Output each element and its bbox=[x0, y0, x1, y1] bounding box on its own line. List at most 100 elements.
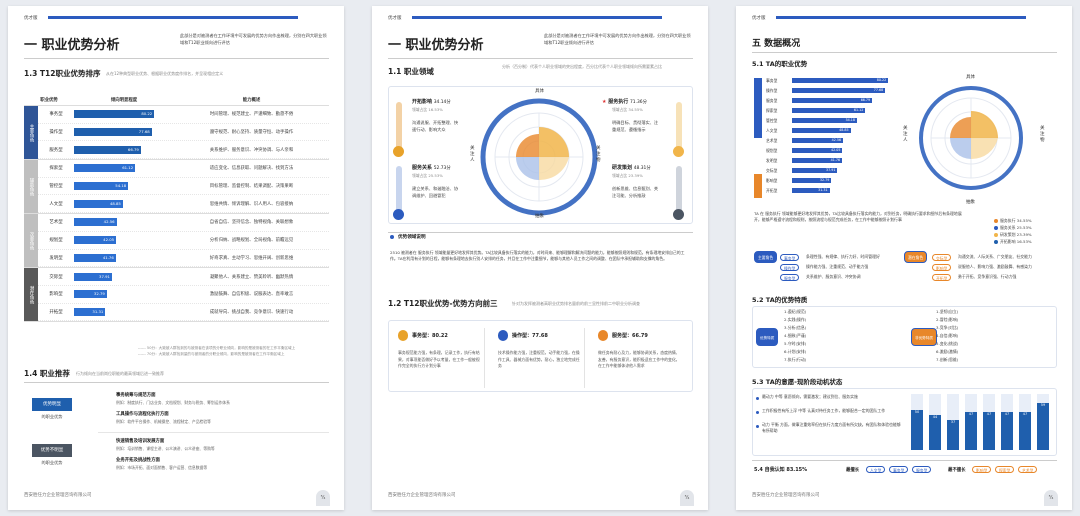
trait-item: 5.变化(挑战) bbox=[936, 341, 959, 346]
bullet-icon bbox=[756, 411, 759, 414]
page-number: ⁵⁄₄ bbox=[316, 490, 330, 506]
bar-cell: 77.68 bbox=[74, 128, 174, 137]
bar-label: 管控型 bbox=[766, 118, 778, 123]
section2-subtitle: 针对为发挥被测者高职业优势排名量前的前三显性排前二中职业分析调查 bbox=[512, 301, 640, 306]
value-bar: 42.56 bbox=[74, 218, 117, 227]
bar: 54.18 bbox=[792, 118, 858, 124]
role-pill: 交际型 bbox=[932, 254, 952, 261]
report-page-2: 优才版 一 职业优势分析 此部分是对被测者在工作环境中可发展的优势方向作出梳理，… bbox=[372, 6, 708, 510]
trait-item: 2.实践(操作) bbox=[784, 317, 807, 322]
stat-yanfa: 研发策划 48.31分 bbox=[612, 165, 651, 171]
advantage-name: 发明型 bbox=[49, 255, 63, 261]
role-pill: 影响型 bbox=[932, 264, 952, 271]
header-bar bbox=[48, 16, 298, 19]
role-group: 主要角色 事务型 80.22 时间管理、规范建立、严谨细致、勤恳不倦 操作型 77.68 遵… bbox=[24, 106, 329, 161]
ability-summary: 思维共情、倾诉理解、识人用人、包容接纳 bbox=[209, 201, 294, 207]
advantage-name: 规划型 bbox=[49, 238, 63, 244]
table-row: 影响型 32.79 激励鼓舞、自信积极、说服表达、直率敢言 bbox=[38, 286, 329, 304]
value-bar: 41.76 bbox=[74, 253, 116, 262]
bar-cell: 42.05 bbox=[74, 236, 174, 245]
section-subtitle: 从在12种典型职业优势、根据职业优势度作排名，并呈现相应定义 bbox=[106, 71, 224, 76]
stat-desc: 建立关系、和谐融洽、协调维护、回避冒犯 bbox=[412, 186, 459, 198]
bullet-icon bbox=[390, 235, 394, 239]
bar-cell: 41.76 bbox=[74, 253, 174, 262]
bar: 61.12 bbox=[792, 108, 866, 114]
bar: 66.79 bbox=[792, 98, 873, 104]
role-group-rows: 交际型 37.91 凝聚他人、关系建立、赞美聆听、幽默热情 影响型 32.79 激励鼓舞、… bbox=[38, 268, 329, 322]
medal-icon bbox=[398, 330, 408, 341]
header-label: 优才版 bbox=[24, 16, 38, 21]
skill-pill: 艺术型 bbox=[1018, 466, 1038, 473]
reco-text: 例如：软件平台操作、机械操控、流程制定、产品检验等 bbox=[116, 419, 211, 424]
latent-role-tag: 潜在角色 bbox=[904, 251, 928, 263]
trait-item: 3.竞争(对比) bbox=[936, 325, 959, 330]
bullet-icon bbox=[756, 397, 759, 400]
trait-item: 6.激励(激情) bbox=[936, 349, 959, 354]
motivation-bar: 44 bbox=[929, 414, 941, 450]
stat-fuwuguanxi: 服务关系 52.73分 bbox=[412, 165, 451, 171]
thermometer-bulb bbox=[393, 146, 404, 157]
bar-cell: 48.85 bbox=[74, 199, 174, 208]
bar: 80.22 bbox=[792, 78, 889, 84]
bar-label: 操作型 bbox=[766, 88, 778, 93]
legend-item: 研发策划 23.39% bbox=[1000, 232, 1032, 237]
trait-item: 5.守时(安排) bbox=[784, 341, 807, 346]
stat-desc: 沟通说服、开拓整理、快速行动、影响大众 bbox=[412, 120, 459, 132]
ability-summary: 自省自信、坚持信念、独特视角、关联想象 bbox=[209, 220, 294, 226]
intro-text: 此部分是对被测者在工作环境中可发展的优势方向作出梳理，分别在四大职业领域和T12… bbox=[544, 33, 691, 45]
role-desc: 勇于开拓、竞争意识强、行动力强 bbox=[958, 274, 1017, 279]
table-row: 规划型 42.05 分析归纳、战略规划、全局视角、前瞻远见 bbox=[38, 232, 329, 250]
top3-card: 服务型：66.79 做任务有耐心及力，能够协调关系，态度热情、友善，有服务意识，… bbox=[592, 328, 685, 388]
col-header: 倾向明显程度 bbox=[110, 97, 138, 103]
ability-summary: 好奇求真、主动学习、思维开阔、创新思维 bbox=[209, 255, 294, 261]
least-good-label: 最不擅长 bbox=[948, 468, 966, 473]
value-bar: 37.91 bbox=[74, 272, 112, 281]
motivation-bar: 47 bbox=[983, 412, 995, 450]
header-bar bbox=[412, 16, 662, 19]
footer-company: 西安胜任力企业管理咨询有限公司 bbox=[24, 493, 92, 498]
bar-cell: 66.79 bbox=[74, 145, 174, 154]
legend-line-50: ------ 50分：大致被人群找到的与被测者在该项的分职业倾向，影响的是被测者… bbox=[138, 346, 296, 350]
bar-label: 事务型 bbox=[766, 78, 778, 83]
trait-item: 6.计划(安排) bbox=[784, 349, 807, 354]
role-pill: 操作型 bbox=[780, 264, 800, 271]
header-label: 优才版 bbox=[752, 16, 766, 21]
value-bar: 80.22 bbox=[74, 110, 155, 119]
card-text: 做任务有耐心及力，能够协调关系，态度热情、友善，有服务意识，能积极适应工作中的变… bbox=[598, 350, 680, 368]
report-page-1: 优才版 一 职业优势分析 此部分是对被测者在工作环境中可发展的优势方向作出梳理，… bbox=[8, 6, 344, 510]
role-group: 次要角色 艺术型 42.56 自省自信、坚持信念、独特视角、关联想象 规划型 42.05 分… bbox=[24, 214, 329, 269]
trait-item: 1.遵纪(规范) bbox=[784, 309, 807, 314]
bar-label: 艺术型 bbox=[766, 138, 778, 143]
ability-summary: 分析归纳、战略规划、全局视角、前瞻远见 bbox=[209, 238, 294, 244]
stat-desc: 创新思维、信息甄别、关注可能、分析推敲 bbox=[612, 186, 659, 198]
bar-cell: 37.91 bbox=[74, 272, 174, 281]
skill-pill: 事务型 bbox=[889, 466, 909, 473]
bar-label: 人文型 bbox=[766, 128, 778, 133]
value-bar: 61.12 bbox=[74, 164, 136, 173]
most-good-label: 最擅长 bbox=[846, 468, 860, 473]
traits-tag-strong: 优势特质 bbox=[756, 328, 779, 346]
col-header: 能力概述 bbox=[242, 97, 261, 103]
stat-pct: 领域占比 34.55% bbox=[612, 107, 643, 112]
group-tag-main bbox=[754, 78, 762, 138]
top3-card: 事务型：80.22 事务规范能力强，有条理，记录工作，执行有结果，对事项能否做好… bbox=[392, 328, 485, 388]
table-row: 开拓型 31.31 成就导向、挑战自我、竞争意识、快速行动 bbox=[38, 304, 329, 322]
divider bbox=[98, 432, 329, 433]
radar-label-top: 具体 bbox=[535, 89, 544, 94]
reco-text: 例如：市场开拓、面对面销售、客户运营、信息数据等 bbox=[116, 465, 208, 470]
traits-tag-weak: 非优势特质 bbox=[911, 328, 937, 346]
card-title: 服务型：66.79 bbox=[612, 333, 648, 339]
reco-caption: 的职业优势 bbox=[41, 460, 63, 465]
ability-summary: 时间管理、规范建立、严谨细致、勤恳不倦 bbox=[209, 112, 294, 118]
advantage-table: 职业优势 倾向明显程度 能力概述 主要角色 事务型 80.22 时间管理、规范建立、严… bbox=[24, 94, 329, 323]
role-group-rows: 艺术型 42.56 自省自信、坚持信念、独特视角、关联想象 规划型 42.05 分析归纳、… bbox=[38, 214, 329, 268]
advantage-name: 人文型 bbox=[49, 201, 63, 207]
intro-text: 此部分是对被测者在工作环境中可发展的优势方向作出梳理，分别在四大职业领域和T12… bbox=[180, 33, 327, 45]
role-group-rows: 事务型 80.22 时间管理、规范建立、严谨细致、勤恳不倦 操作型 77.68 遵守规范、… bbox=[38, 106, 329, 160]
stat-pct: 领域占比 25.53% bbox=[412, 173, 443, 178]
value-bar: 54.18 bbox=[74, 182, 129, 191]
page-title: 一 职业优势分析 bbox=[24, 38, 120, 53]
motivation-bar: 47 bbox=[1019, 412, 1031, 450]
reco-heading: 事务统筹与规范方面 bbox=[116, 393, 156, 398]
role-pill: 事务型 bbox=[780, 254, 800, 261]
